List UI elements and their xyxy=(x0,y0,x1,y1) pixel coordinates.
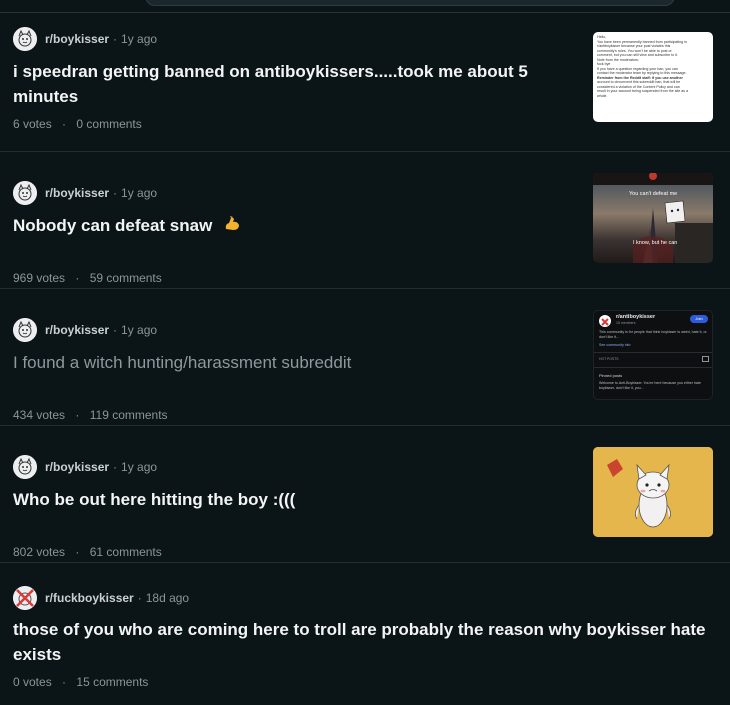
subreddit-avatar[interactable] xyxy=(13,318,37,342)
post-meta: r/boykisser · 1y ago xyxy=(13,455,157,479)
post-card[interactable]: r/boykisser · 1y ago Nobody can defeat s… xyxy=(0,152,730,289)
meme-top-text: You can't defeat me xyxy=(629,191,678,197)
cat-drawing-image xyxy=(593,447,713,537)
comment-count[interactable]: 119 comments xyxy=(90,408,168,422)
post-meta: r/boykisser · 1y ago xyxy=(13,27,157,51)
divider xyxy=(594,352,712,353)
post-time: 1y ago xyxy=(121,32,158,46)
post-thumbnail[interactable]: You can't defeat me I know, but he can xyxy=(593,173,713,263)
subreddit-name[interactable]: r/boykisser xyxy=(45,323,109,337)
vote-count: 6 votes xyxy=(13,117,52,131)
layout-icon[interactable] xyxy=(702,356,709,362)
subreddit-name[interactable]: r/boykisser xyxy=(45,32,109,46)
stats-separator: · xyxy=(75,545,80,559)
meme-image xyxy=(593,173,713,263)
post-card[interactable]: r/fuckboykisser · 18d ago those of you w… xyxy=(0,563,730,703)
post-meta: r/fuckboykisser · 18d ago xyxy=(13,586,189,610)
community-members: 15 members xyxy=(616,321,636,325)
post-card[interactable]: r/boykisser · 1y ago i speedran getting … xyxy=(0,13,730,152)
vote-count: 0 votes xyxy=(13,675,52,689)
divider xyxy=(594,367,712,368)
meta-separator: · xyxy=(113,186,118,200)
comment-count[interactable]: 15 comments xyxy=(76,675,148,689)
post-stats: 0 votes · 15 comments xyxy=(13,675,148,689)
flexed-biceps-icon xyxy=(223,215,241,240)
post-time: 1y ago xyxy=(121,323,158,337)
ban-message-line: whole. xyxy=(597,93,608,98)
post-stats: 802 votes · 61 comments xyxy=(13,545,162,559)
post-thumbnail[interactable]: r/antiboykisser 15 members Join This com… xyxy=(593,310,713,400)
post-title[interactable]: i speedran getting banned on antiboykiss… xyxy=(13,59,573,109)
boykisser-cat-icon xyxy=(13,318,37,342)
meta-separator: · xyxy=(113,32,118,46)
post-card[interactable]: r/boykisser · 1y ago I found a witch hun… xyxy=(0,289,730,426)
post-meta: r/boykisser · 1y ago xyxy=(13,318,157,342)
hot-posts-sort[interactable]: HOT POSTS xyxy=(599,357,619,361)
see-community-info-link[interactable]: See community info xyxy=(599,343,631,347)
post-title[interactable]: Who be out here hitting the boy :((( xyxy=(13,487,573,512)
join-button[interactable]: Join xyxy=(690,315,708,323)
meme-bottom-text: I know, but he can xyxy=(633,240,678,246)
vote-count: 434 votes xyxy=(13,408,66,422)
boykisser-cat-icon xyxy=(13,181,37,205)
post-time: 1y ago xyxy=(121,186,158,200)
post-time: 1y ago xyxy=(121,460,158,474)
ban-message-text: Hello, You have been permanently banned f… xyxy=(597,35,709,98)
meta-separator: · xyxy=(137,591,142,605)
post-card[interactable]: r/boykisser · 1y ago Who be out here hit… xyxy=(0,426,730,563)
meta-separator: · xyxy=(113,460,118,474)
search-bar[interactable] xyxy=(145,0,675,6)
subreddit-avatar[interactable] xyxy=(13,181,37,205)
post-feed: r/boykisser · 1y ago i speedran getting … xyxy=(0,13,730,703)
stats-separator: · xyxy=(62,117,67,131)
post-time: 18d ago xyxy=(145,591,190,605)
subreddit-avatar[interactable] xyxy=(13,586,37,610)
boykisser-cat-icon xyxy=(13,27,37,51)
pinned-posts-heading: Pinned posts xyxy=(599,373,623,378)
post-title[interactable]: I found a witch hunting/harassment subre… xyxy=(13,350,573,375)
meta-separator: · xyxy=(113,323,118,337)
comment-count[interactable]: 61 comments xyxy=(90,545,162,559)
post-stats: 969 votes · 59 comments xyxy=(13,271,162,285)
post-stats: 6 votes · 0 comments xyxy=(13,117,142,131)
vote-count: 969 votes xyxy=(13,271,66,285)
post-title[interactable]: those of you who are coming here to trol… xyxy=(13,617,723,667)
boykisser-cat-icon xyxy=(13,455,37,479)
vote-count: 802 votes xyxy=(13,545,66,559)
post-thumbnail[interactable]: Hello, You have been permanently banned f… xyxy=(593,32,713,122)
post-stats: 434 votes · 119 comments xyxy=(13,408,168,422)
stats-separator: · xyxy=(62,675,67,689)
subreddit-name[interactable]: r/fuckboykisser xyxy=(45,591,134,605)
post-thumbnail[interactable] xyxy=(593,447,713,537)
comment-count[interactable]: 0 comments xyxy=(76,117,141,131)
post-title-row[interactable]: Nobody can defeat snaw xyxy=(13,213,573,240)
stats-separator: · xyxy=(75,408,80,422)
subreddit-avatar[interactable] xyxy=(13,455,37,479)
crossed-out-cat-icon xyxy=(13,586,37,610)
subreddit-name[interactable]: r/boykisser xyxy=(45,460,109,474)
stats-separator: · xyxy=(75,271,80,285)
community-description: This community is for people that think … xyxy=(599,330,707,339)
top-bar xyxy=(0,0,730,13)
subreddit-avatar[interactable] xyxy=(13,27,37,51)
post-title[interactable]: Nobody can defeat snaw xyxy=(13,216,212,235)
post-meta: r/boykisser · 1y ago xyxy=(13,181,157,205)
community-icon xyxy=(599,315,611,327)
comment-count[interactable]: 59 comments xyxy=(90,271,162,285)
community-name: r/antiboykisser xyxy=(616,314,656,320)
subreddit-name[interactable]: r/boykisser xyxy=(45,186,109,200)
pinned-post-preview[interactable]: Welcome to Anti-Boykisser. You're here b… xyxy=(599,381,707,390)
